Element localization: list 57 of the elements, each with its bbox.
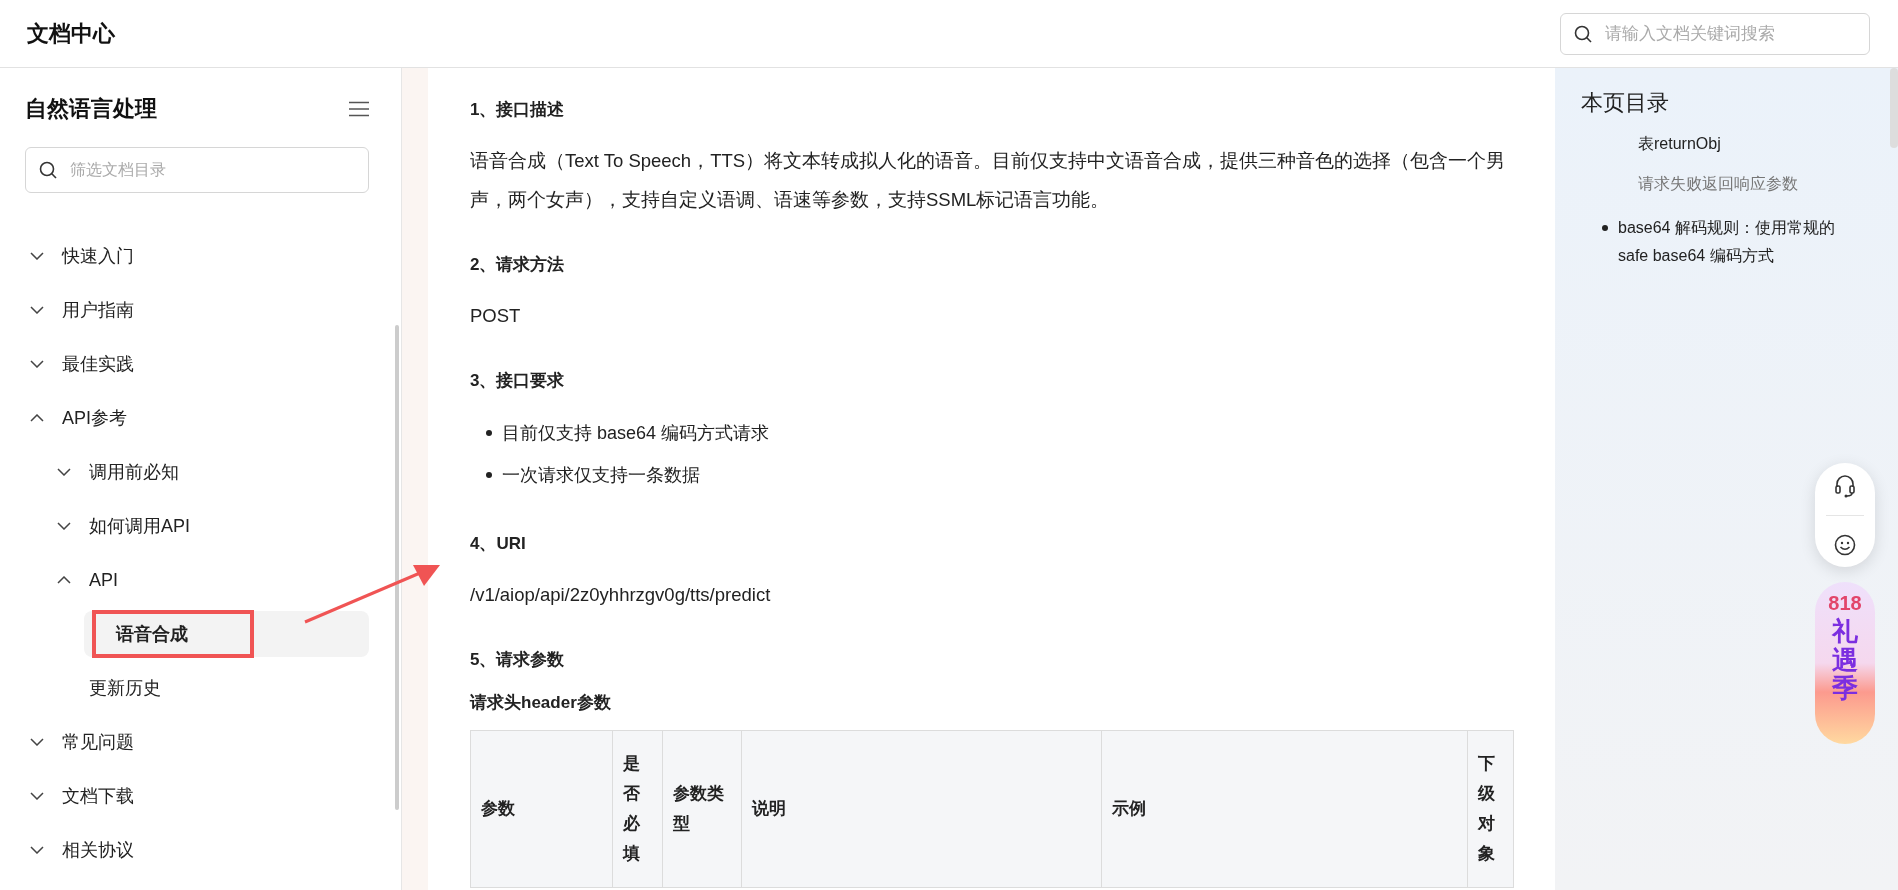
bullet-icon [1602,225,1608,231]
search-field[interactable]: 请输入文档关键词搜索 [1560,12,1870,55]
chevron-down-icon [30,252,44,260]
search-icon [39,161,57,179]
toc-link[interactable]: 请求失败返回响应参数 [1638,174,1798,194]
list-item: 目前仅支持 base64 编码方式请求 [502,422,770,445]
sidebar-item[interactable]: 相关协议 [30,827,369,873]
sidebar-item[interactable]: 更新历史 [57,665,369,711]
body-text: 语音合成（Text To Speech，TTS）将文本转成拟人化的语音。目前仅支持中文语音合成，提供三种音色的选择（包含一个男声，两个女声），支持自定义语调、语速等参数，支持SSML标记语言功能。 [470,149,1507,212]
chevron-down-icon [30,846,44,854]
toc-link[interactable]: 表returnObj [1638,134,1721,154]
sidebar-item[interactable]: 快速入门 [30,233,369,279]
column-header: 参数 [470,730,613,888]
bullet-icon [486,430,492,436]
section-heading: 4、URI [470,533,527,555]
section-heading: 2、请求方法 [470,254,566,276]
bullet-icon [486,472,492,478]
chevron-down-icon [30,738,44,746]
column-header: 是否必填 [612,730,663,888]
scrollbar[interactable] [1890,68,1898,148]
chevron-down-icon [57,468,71,476]
sidebar-title: 自然语言处理 [25,95,157,123]
chevron-down-icon [57,522,71,530]
menu-icon[interactable] [349,101,369,117]
sidebar-item[interactable]: 调用前必知 [57,449,369,495]
section-heading: 1、接口描述 [470,99,566,121]
filter-field[interactable]: 筛选文档目录 [25,147,369,193]
sidebar-item[interactable]: API参考 [30,395,369,441]
sidebar-item[interactable]: 如何调用API [57,503,369,549]
sidebar-item[interactable]: 用户指南 [30,287,369,333]
body-text: POST [470,304,522,328]
sidebar-item[interactable]: 文档下载 [30,773,369,819]
section-heading: 3、接口要求 [470,370,566,392]
scrollbar[interactable] [395,325,399,810]
promo-text: 礼遇季 [1832,617,1858,703]
column-header: 示例 [1101,730,1468,888]
list-item: 一次请求仅支持一条数据 [502,464,700,487]
sidebar-item[interactable]: 常见问题 [30,719,369,765]
toc-link[interactable]: base64 解码规则：使用常规的 safe base64 编码方式 [1618,214,1837,270]
chevron-up-icon [30,414,44,422]
section-heading: 5、请求参数 [470,649,566,671]
promo-number: 818 [1828,592,1862,615]
sidebar-item[interactable]: 最佳实践 [30,341,369,387]
sidebar-item[interactable]: API [57,557,369,603]
column-header: 参数类型 [662,730,742,888]
site-title: 文档中心 [27,19,115,48]
promo-banner[interactable]: 818 礼遇季 [1815,582,1875,744]
chevron-down-icon [30,306,44,314]
table-caption: 请求头header参数 [470,692,612,714]
toc-title: 本页目录 [1581,89,1670,117]
chevron-down-icon [30,792,44,800]
chevron-up-icon [57,576,71,584]
column-header: 下级对象 [1467,730,1514,888]
chevron-down-icon [30,360,44,368]
column-header: 说明 [741,730,1102,888]
search-icon [1574,24,1592,43]
body-text: /v1/aiop/api/2z0yhhrzgv0g/tts/predict [470,583,772,607]
